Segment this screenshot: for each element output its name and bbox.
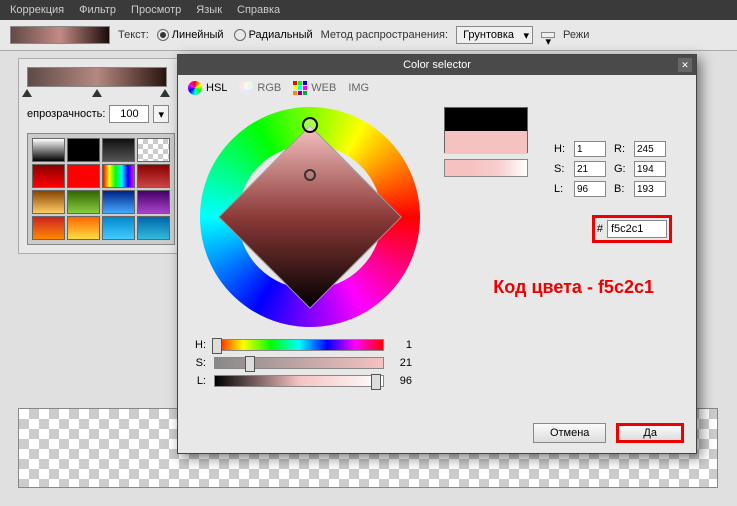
- menu-item[interactable]: Коррекция: [10, 4, 64, 16]
- hex-label: #: [597, 223, 603, 235]
- l-slider[interactable]: [214, 375, 384, 387]
- swatch[interactable]: [32, 190, 65, 214]
- l-slider-value: 96: [392, 375, 412, 387]
- tab-web[interactable]: WEB: [293, 81, 336, 95]
- color-wheel[interactable]: [200, 107, 420, 327]
- dialog-title: Color selector ✕: [178, 55, 696, 75]
- method-select[interactable]: Грунтовка: [456, 26, 533, 44]
- sv-cursor-icon[interactable]: [304, 169, 316, 181]
- s-slider-label: S:: [190, 357, 206, 369]
- g-label: G:: [614, 163, 628, 175]
- close-icon[interactable]: ✕: [678, 58, 692, 72]
- text-label: Текст:: [118, 29, 149, 41]
- radio-linear[interactable]: Линейный: [157, 29, 224, 41]
- tab-hsl[interactable]: HSL: [188, 81, 227, 95]
- swatch[interactable]: [32, 164, 65, 188]
- method-label: Метод распространения:: [321, 29, 448, 41]
- rgb-icon: [239, 81, 253, 95]
- cancel-button[interactable]: Отмена: [533, 423, 606, 443]
- g-input[interactable]: [634, 161, 666, 177]
- swatch[interactable]: [137, 138, 170, 162]
- new-color[interactable]: [445, 131, 527, 154]
- tab-img[interactable]: IMG: [348, 82, 369, 94]
- opacity-stepper[interactable]: ▾: [153, 105, 169, 123]
- radio-radial[interactable]: Радиальный: [234, 29, 313, 41]
- h-input[interactable]: [574, 141, 606, 157]
- menu-item[interactable]: Просмотр: [131, 4, 181, 16]
- h-slider[interactable]: [214, 339, 384, 351]
- tint-strip[interactable]: [444, 159, 528, 177]
- l-slider-label: L:: [190, 375, 206, 387]
- b-input[interactable]: [634, 181, 666, 197]
- hue-cursor-icon[interactable]: [302, 117, 318, 133]
- hex-input[interactable]: [607, 220, 667, 238]
- toolbar: Текст: Линейный Радиальный Метод распрос…: [0, 20, 737, 51]
- s-slider-value: 21: [392, 357, 412, 369]
- menu-item[interactable]: Язык: [196, 4, 222, 16]
- hex-row: #: [592, 215, 672, 243]
- swatch[interactable]: [67, 138, 100, 162]
- tab-rgb[interactable]: RGB: [239, 81, 281, 95]
- radio-icon: [157, 29, 169, 41]
- menu-item[interactable]: Фильтр: [79, 4, 116, 16]
- h-slider-value: 1: [392, 339, 412, 351]
- old-color[interactable]: [445, 108, 527, 131]
- r-input[interactable]: [634, 141, 666, 157]
- h-label: H:: [554, 143, 568, 155]
- opacity-label: епрозрачность:: [27, 108, 105, 120]
- opacity-input[interactable]: [109, 105, 149, 123]
- s-slider[interactable]: [214, 357, 384, 369]
- gradient-sidebar: епрозрачность: ▾: [18, 58, 178, 254]
- swatch-grid: [27, 133, 175, 245]
- menu-item[interactable]: Справка: [237, 4, 280, 16]
- swatch[interactable]: [137, 164, 170, 188]
- swatch[interactable]: [102, 138, 135, 162]
- b-label: B:: [614, 183, 628, 195]
- menubar: Коррекция Фильтр Просмотр Язык Справка: [0, 0, 737, 20]
- swatch[interactable]: [102, 216, 135, 240]
- radio-icon: [234, 29, 246, 41]
- ok-button[interactable]: Да: [616, 423, 684, 443]
- color-selector-dialog: Color selector ✕ HSL RGB WEB IMG H: 1: [177, 54, 697, 454]
- h-slider-label: H:: [190, 339, 206, 351]
- swatch[interactable]: [102, 164, 135, 188]
- swatch[interactable]: [32, 138, 65, 162]
- s-label: S:: [554, 163, 568, 175]
- swatch[interactable]: [137, 190, 170, 214]
- tab-bar: HSL RGB WEB IMG: [178, 75, 696, 101]
- r-label: R:: [614, 143, 628, 155]
- l-label: L:: [554, 183, 568, 195]
- gradient-preview[interactable]: [10, 26, 110, 44]
- swatch[interactable]: [32, 216, 65, 240]
- gradient-editor[interactable]: [27, 67, 167, 87]
- swatch[interactable]: [137, 216, 170, 240]
- value-grid: H: R: S: G: L: B:: [554, 141, 668, 197]
- color-compare: [444, 107, 528, 153]
- hsl-icon: [188, 81, 202, 95]
- swatch[interactable]: [67, 190, 100, 214]
- s-input[interactable]: [574, 161, 606, 177]
- mode-label: Режи: [563, 29, 589, 41]
- web-icon: [293, 81, 307, 95]
- annotation-text: Код цвета - f5c2c1: [493, 277, 654, 298]
- l-input[interactable]: [574, 181, 606, 197]
- swatch[interactable]: [102, 190, 135, 214]
- swatch[interactable]: [67, 216, 100, 240]
- method-dropdown[interactable]: [541, 32, 555, 38]
- swatch[interactable]: [67, 164, 100, 188]
